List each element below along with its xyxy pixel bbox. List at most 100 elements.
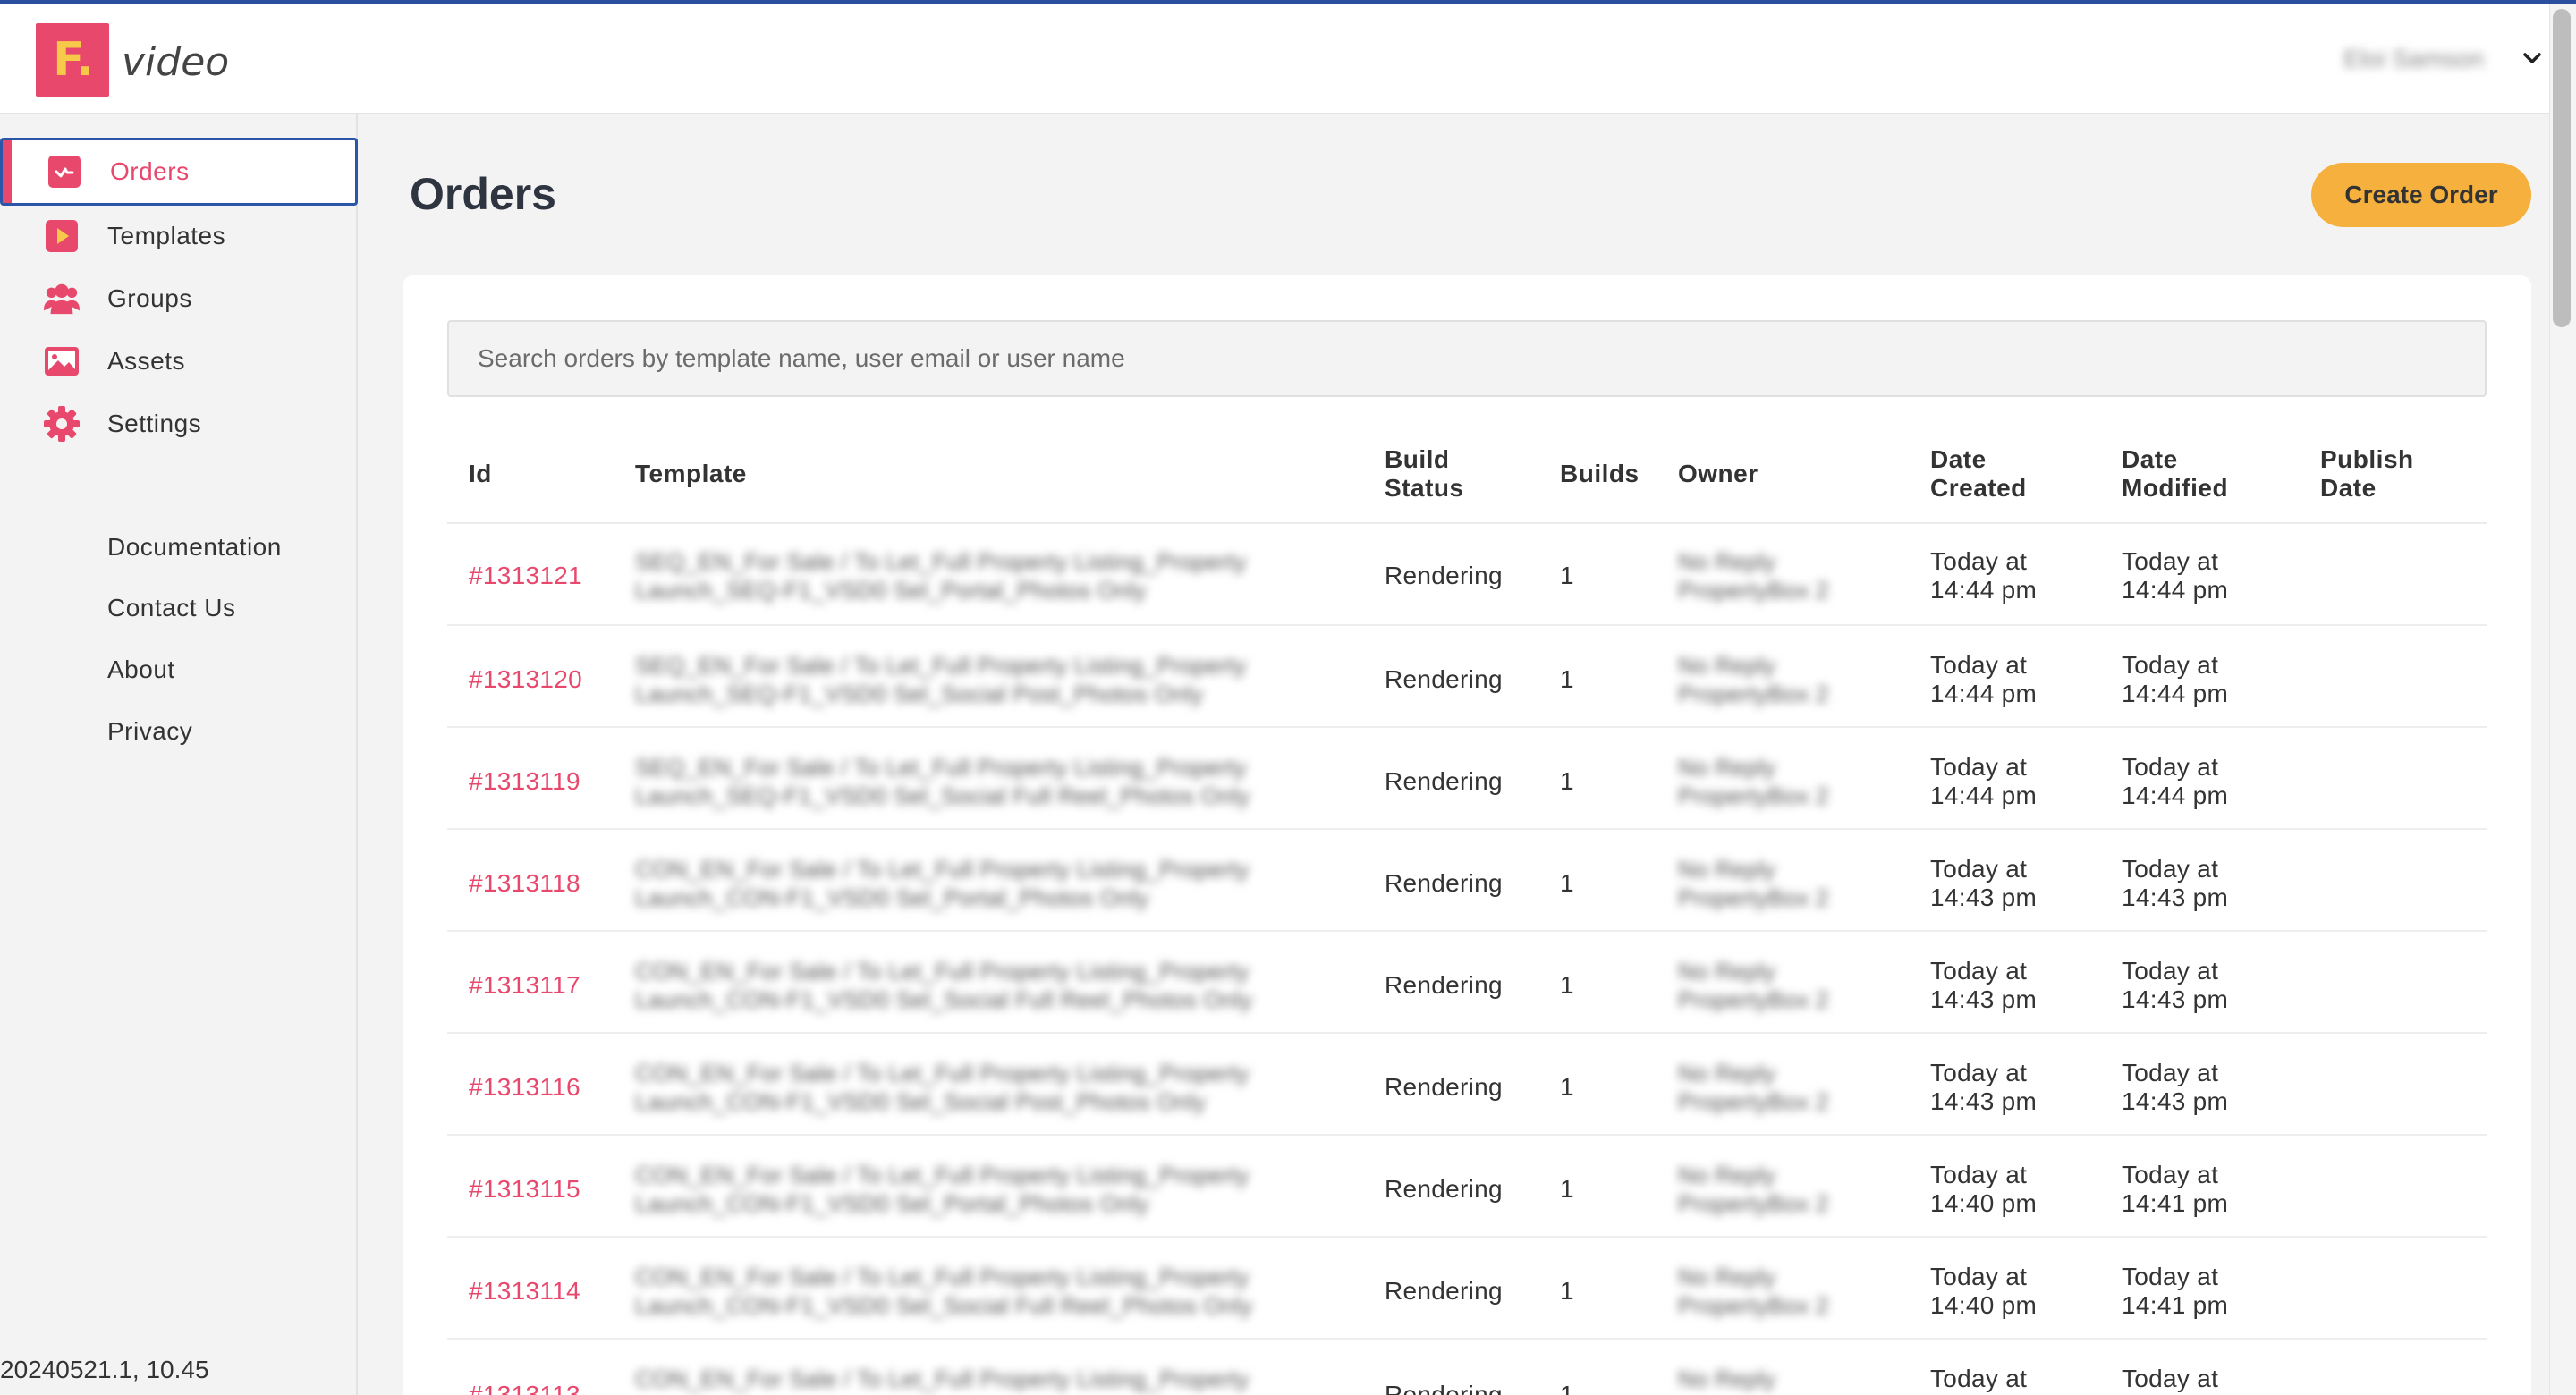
link-about[interactable]: About <box>107 655 175 684</box>
app-root: F. video Eloi Samson Orders Templates Gr… <box>0 0 2576 1395</box>
order-id-link[interactable]: #1313120 <box>469 665 582 694</box>
sidebar-item-label: Assets <box>107 347 186 375</box>
template-name: CON_EN_For Sale / To Let_Full Property L… <box>635 1264 1253 1319</box>
template-name: CON_EN_For Sale / To Let_Full Property L… <box>635 1162 1250 1217</box>
sidebar-item-label: Orders <box>110 157 190 185</box>
date-modified: Today at 14:43 pm <box>2122 855 2229 911</box>
sidebar-item-assets[interactable]: Assets <box>0 327 358 395</box>
table-row[interactable]: #1313117 CON_EN_For Sale / To Let_Full P… <box>447 932 2487 1034</box>
column-header-date-modified[interactable]: Date Modified <box>2122 445 2228 503</box>
create-order-button[interactable]: Create Order <box>2311 163 2531 227</box>
app-logo[interactable]: F. <box>36 23 109 97</box>
top-header: F. video Eloi Samson <box>0 0 2576 114</box>
table-row[interactable]: #1313114 CON_EN_For Sale / To Let_Full P… <box>447 1238 2487 1340</box>
date-created: Today at 14:44 pm <box>1930 753 2038 809</box>
order-id-link[interactable]: #1313117 <box>469 971 580 1000</box>
logo-wordmark: video <box>122 39 230 85</box>
app-version: 20240521.1, 10.45 <box>0 1356 209 1383</box>
owner-name: No Reply PropertyBox 2 <box>1678 958 1829 1013</box>
link-documentation[interactable]: Documentation <box>107 533 282 562</box>
sidebar-item-settings[interactable]: Settings <box>0 390 358 458</box>
build-status: Rendering <box>1385 767 1503 795</box>
table-row[interactable]: #1313121 SEQ_EN_For Sale / To Let_Full P… <box>447 524 2487 626</box>
date-created: Today at 14:44 pm <box>1930 547 2038 604</box>
date-created: Today at 14:43 pm <box>1930 1059 2038 1115</box>
date-modified: Today at 14:44 pm <box>2122 651 2229 707</box>
date-created: Today at 14:40 pm <box>1930 1263 2038 1319</box>
table-row[interactable]: #1313113 CON_EN_For Sale / To Let_Full P… <box>447 1340 2487 1395</box>
build-status: Rendering <box>1385 971 1503 999</box>
page-title: Orders <box>410 169 556 219</box>
user-menu-name[interactable]: Eloi Samson <box>2343 45 2484 73</box>
templates-icon <box>43 217 80 255</box>
builds-count: 1 <box>1560 1381 1574 1395</box>
builds-count: 1 <box>1560 971 1574 999</box>
template-name: SEQ_EN_For Sale / To Let_Full Property L… <box>635 548 1247 604</box>
column-header-date-created[interactable]: Date Created <box>1930 445 2027 503</box>
search-input[interactable] <box>447 320 2487 397</box>
sidebar-item-label: Groups <box>107 284 192 312</box>
sidebar-item-templates[interactable]: Templates <box>0 202 358 270</box>
table-row[interactable]: #1313118 CON_EN_For Sale / To Let_Full P… <box>447 830 2487 932</box>
date-modified: Today at 14:44 pm <box>2122 753 2229 809</box>
table-row[interactable]: #1313120 SEQ_EN_For Sale / To Let_Full P… <box>447 626 2487 728</box>
date-created: Today at 14:43 pm <box>1930 855 2038 911</box>
scrollbar-thumb[interactable] <box>2553 9 2571 327</box>
build-status: Rendering <box>1385 562 1503 589</box>
template-name: CON_EN_For Sale / To Let_Full Property L… <box>635 1060 1250 1115</box>
sidebar-item-orders[interactable]: Orders <box>0 138 358 206</box>
column-header-owner[interactable]: Owner <box>1678 460 1758 488</box>
owner-name: No Reply PropertyBox 2 <box>1678 652 1829 707</box>
template-name: CON_EN_For Sale / To Let_Full Property L… <box>635 856 1250 911</box>
template-name: CON_EN_For Sale / To Let_Full Property L… <box>635 958 1253 1013</box>
order-id-link[interactable]: #1313119 <box>469 767 580 796</box>
template-name: SEQ_EN_For Sale / To Let_Full Property L… <box>635 754 1250 809</box>
template-name: CON_EN_For Sale / To Let_Full Property L… <box>635 1365 1250 1392</box>
builds-count: 1 <box>1560 562 1574 589</box>
table-row[interactable]: #1313119 SEQ_EN_For Sale / To Let_Full P… <box>447 728 2487 830</box>
owner-name: No Reply PropertyBox 2 <box>1678 1162 1829 1217</box>
owner-name: No Reply PropertyBox 2 <box>1678 856 1829 911</box>
date-modified: Today at 14:43 pm <box>2122 957 2229 1013</box>
owner-name: No Reply PropertyBox 2 <box>1678 754 1829 809</box>
order-id-link[interactable]: #1313113 <box>469 1381 580 1395</box>
groups-icon <box>43 280 80 317</box>
owner-name: No Reply PropertyBox 2 <box>1678 1264 1829 1319</box>
builds-count: 1 <box>1560 1073 1574 1101</box>
column-header-builds[interactable]: Builds <box>1560 460 1640 488</box>
order-id-link[interactable]: #1313115 <box>469 1175 580 1204</box>
order-id-link[interactable]: #1313121 <box>469 562 582 590</box>
order-id-link[interactable]: #1313116 <box>469 1073 580 1102</box>
date-modified: Today at 14:41 pm <box>2122 1263 2229 1319</box>
sidebar-item-groups[interactable]: Groups <box>0 265 358 333</box>
table-row[interactable]: #1313115 CON_EN_For Sale / To Let_Full P… <box>447 1136 2487 1238</box>
build-status: Rendering <box>1385 1073 1503 1101</box>
settings-icon <box>43 405 80 443</box>
date-created: Today at 14:40 pm <box>1930 1161 2038 1217</box>
column-header-build-status[interactable]: Build Status <box>1385 445 1464 503</box>
build-status: Rendering <box>1385 665 1503 693</box>
order-id-link[interactable]: #1313114 <box>469 1277 580 1306</box>
build-status: Rendering <box>1385 869 1503 897</box>
owner-name: No Reply PropertyBox 2 <box>1678 548 1829 604</box>
build-status: Rendering <box>1385 1277 1503 1305</box>
column-header-publish-date[interactable]: Publish Date <box>2320 445 2414 503</box>
chevron-down-icon[interactable] <box>2521 46 2544 70</box>
build-status: Rendering <box>1385 1175 1503 1203</box>
owner-name: No Reply <box>1678 1365 1776 1392</box>
template-name: SEQ_EN_For Sale / To Let_Full Property L… <box>635 652 1247 707</box>
builds-count: 1 <box>1560 767 1574 795</box>
column-header-template[interactable]: Template <box>635 460 747 488</box>
table-row[interactable]: #1313116 CON_EN_For Sale / To Let_Full P… <box>447 1034 2487 1136</box>
column-header-id[interactable]: Id <box>469 460 492 488</box>
link-contact-us[interactable]: Contact Us <box>107 594 236 622</box>
date-modified: Today at <box>2122 1365 2219 1392</box>
builds-count: 1 <box>1560 665 1574 693</box>
build-status: Rendering <box>1385 1381 1503 1395</box>
sidebar-item-label: Templates <box>107 222 226 249</box>
date-created: Today at 14:44 pm <box>1930 651 2038 707</box>
link-privacy[interactable]: Privacy <box>107 717 192 746</box>
order-id-link[interactable]: #1313118 <box>469 869 580 898</box>
builds-count: 1 <box>1560 869 1574 897</box>
date-modified: Today at 14:43 pm <box>2122 1059 2229 1115</box>
